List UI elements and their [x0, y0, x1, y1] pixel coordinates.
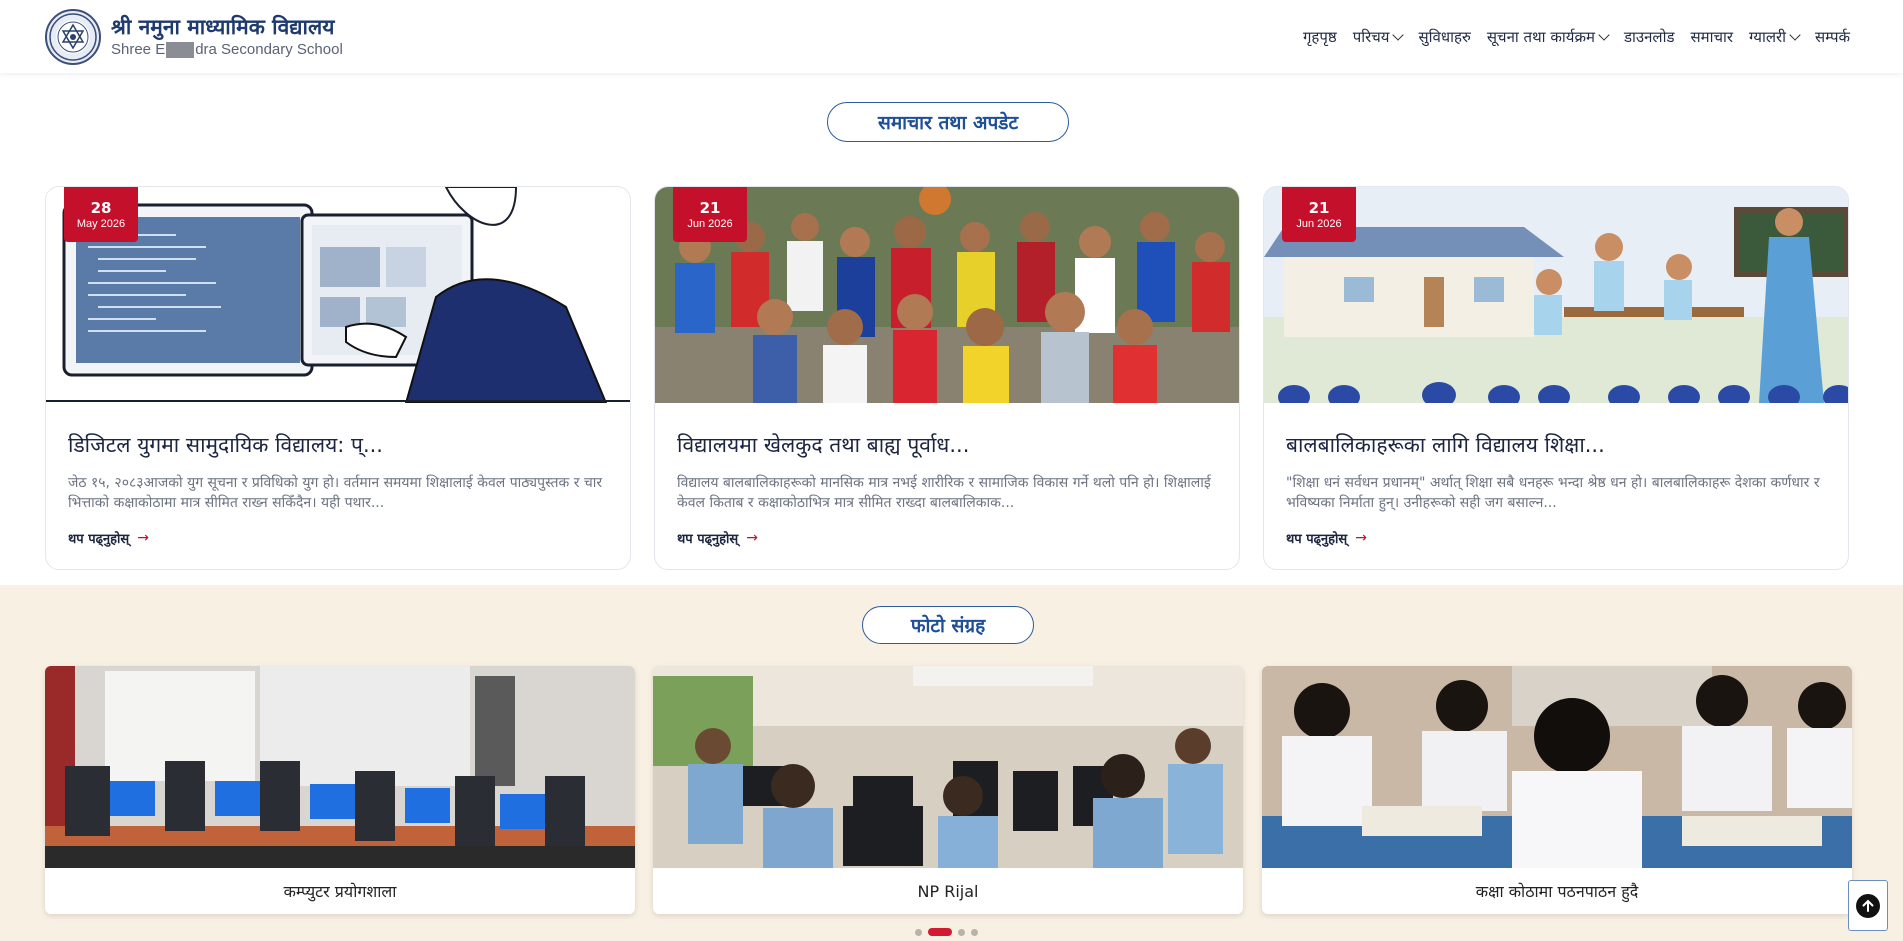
photo-caption: कक्षा कोठामा पठनपाठन हुदै — [1475, 882, 1639, 901]
school-title: श्री नमुना माध्यामिक विद्यालय — [111, 14, 335, 39]
gallery-image-exam-hall[interactable] — [1262, 666, 1852, 868]
date-badge: 21 Jun 2026 — [673, 187, 747, 242]
gallery-section-title: फोटो संग्रह — [862, 606, 1034, 644]
subtitle-end: dra Secondary School — [195, 40, 343, 58]
date-day: 21 — [1308, 198, 1330, 217]
date-month: Jun 2026 — [687, 217, 733, 230]
carousel-dots — [915, 928, 978, 936]
nav-label: समाचार — [1690, 27, 1734, 46]
read-more-label: थप पढ्नुहोस् — [68, 532, 130, 547]
site-header: श्री नमुना माध्यामिक विद्यालय Shree E dra… — [0, 0, 1903, 73]
news-image-classroom[interactable]: 21 Jun 2026 — [1264, 187, 1848, 403]
nav-label: सम्पर्क — [1815, 27, 1850, 46]
read-more-label: थप पढ्नुहोस् — [1286, 532, 1348, 547]
nav-item-home[interactable]: गृहपृष्ठ — [1295, 27, 1345, 47]
nav-item-notices[interactable]: सूचना तथा कार्यक्रम — [1479, 27, 1616, 47]
nav-item-about[interactable]: परिचय — [1345, 27, 1411, 47]
date-badge: 21 Jun 2026 — [1282, 187, 1356, 242]
read-more-link[interactable]: थप पढ्नुहोस् → — [68, 529, 149, 547]
carousel-dot[interactable] — [971, 928, 978, 936]
arrow-right-icon: → — [746, 530, 758, 546]
news-title[interactable]: विद्यालयमा खेलकुद तथा बाह्य पूर्वाध... — [677, 431, 969, 459]
date-month: Jun 2026 — [1296, 217, 1342, 230]
carousel-dot-active[interactable] — [928, 928, 952, 936]
news-card[interactable]: 21 Jun 2026 बालबालिकाहरूका लागि विद्यालय… — [1263, 186, 1849, 570]
arrow-right-icon: → — [137, 530, 149, 546]
nav-item-contact[interactable]: सम्पर्क — [1807, 27, 1858, 47]
chevron-down-icon — [1598, 28, 1610, 41]
read-more-link[interactable]: थप पढ्नुहोस् → — [1286, 529, 1367, 547]
nav-label: परिचय — [1352, 27, 1390, 46]
nav-item-facilities[interactable]: सुविधाहरु — [1410, 27, 1478, 47]
nav-label: डाउनलोड — [1623, 27, 1675, 46]
date-day: 21 — [699, 198, 721, 217]
news-excerpt: विद्यालय बालबालिकाहरूको मानसिक मात्र नभई… — [677, 475, 1211, 511]
chevron-down-icon — [1392, 28, 1405, 41]
nav-label: गृहपृष्ठ — [1302, 27, 1337, 46]
news-excerpt: "शिक्षा धनं सर्वधन प्रधानम्" अर्थात् शिक… — [1286, 475, 1820, 511]
news-title[interactable]: बालबालिकाहरूका लागि विद्यालय शिक्षा... — [1286, 431, 1605, 459]
news-image-children[interactable]: 21 Jun 2026 — [655, 187, 1239, 403]
photo-caption: NP Rijal — [917, 881, 979, 901]
date-day: 28 — [90, 198, 112, 217]
school-subtitle: Shree E dra Secondary School — [111, 40, 343, 60]
school-logo[interactable] — [45, 8, 101, 65]
carousel-dot[interactable] — [915, 928, 922, 936]
photo-caption: कम्प्युटर प्रयोगशाला — [283, 882, 397, 901]
nav-item-news[interactable]: समाचार — [1682, 27, 1741, 47]
news-image-computer[interactable]: 28 May 2026 — [46, 187, 630, 403]
read-more-label: थप पढ्नुहोस् — [677, 532, 739, 547]
subtitle-start: Shree E — [111, 40, 166, 58]
gallery-photo-card[interactable]: कम्प्युटर प्रयोगशाला — [45, 666, 635, 914]
nav-label: ग्यालरी — [1749, 27, 1787, 46]
news-card[interactable]: 21 Jun 2026 विद्यालयमा खेलकुद तथा बाह्य … — [654, 186, 1240, 570]
students-computers-photo — [653, 666, 1243, 868]
redacted-block — [166, 41, 195, 58]
news-title[interactable]: डिजिटल युगमा सामुदायिक विद्यालय: प्... — [68, 431, 383, 459]
chevron-down-icon — [1789, 28, 1801, 41]
arrow-right-icon: → — [1355, 530, 1367, 546]
scroll-to-top-button[interactable] — [1848, 880, 1888, 931]
computer-lab-photo — [45, 666, 635, 868]
arrow-up-icon — [1856, 893, 1880, 918]
nav-item-downloads[interactable]: डाउनलोड — [1616, 27, 1683, 47]
gallery-photo-card[interactable]: NP Rijal — [653, 666, 1243, 914]
gallery-image-students-computers[interactable] — [653, 666, 1243, 868]
carousel-dot[interactable] — [958, 928, 965, 936]
school-emblem-icon — [49, 12, 97, 61]
news-section-title: समाचार तथा अपडेट — [827, 102, 1069, 142]
news-card[interactable]: 28 May 2026 डिजिटल युगमा सामुदायिक विद्य… — [45, 186, 631, 570]
news-excerpt: जेठ १५, २०८३आजको युग सूचना र प्रविधिको य… — [68, 475, 603, 511]
exam-hall-photo — [1262, 666, 1852, 868]
nav-label: सुविधाहरु — [1418, 27, 1471, 46]
gallery-photo-card[interactable]: कक्षा कोठामा पठनपाठन हुदै — [1262, 666, 1852, 914]
brand-block[interactable]: श्री नमुना माध्यामिक विद्यालय Shree E dra… — [111, 14, 343, 60]
nav-item-gallery[interactable]: ग्यालरी — [1741, 27, 1807, 47]
date-badge: 28 May 2026 — [64, 187, 138, 242]
read-more-link[interactable]: थप पढ्नुहोस् → — [677, 529, 758, 547]
gallery-image-computer-lab[interactable] — [45, 666, 635, 868]
nav-label: सूचना तथा कार्यक्रम — [1486, 27, 1595, 46]
date-month: May 2026 — [76, 217, 126, 230]
main-nav: गृहपृष्ठ परिचय सुविधाहरु सूचना तथा कार्य… — [1295, 27, 1858, 47]
